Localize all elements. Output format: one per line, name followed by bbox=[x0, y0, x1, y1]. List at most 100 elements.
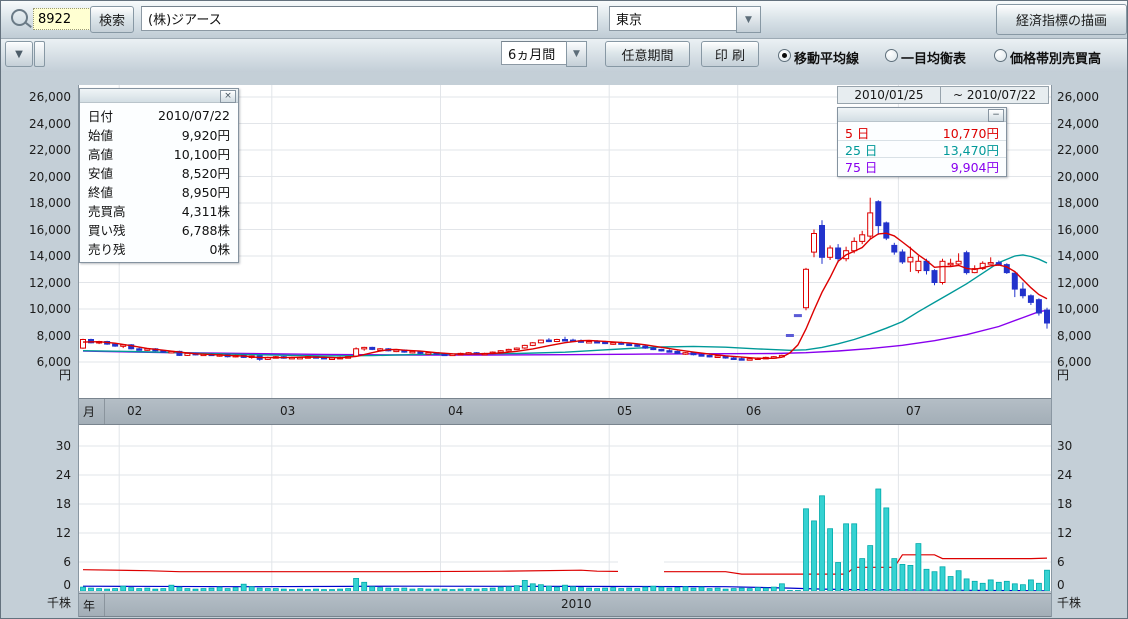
volume-axis-label: 24 bbox=[1, 468, 71, 482]
price-axis-label: 22,000 bbox=[1, 143, 71, 157]
ma-legend-header[interactable]: − bbox=[838, 108, 1006, 122]
quote-row-label: 終値 bbox=[88, 182, 113, 201]
quote-row: 終値 8,950円 bbox=[80, 182, 238, 201]
year-value: 2010 bbox=[561, 597, 592, 611]
date-range-from[interactable]: 2010/01/25 bbox=[837, 86, 941, 104]
quote-panel-header[interactable]: × bbox=[80, 89, 238, 103]
close-icon[interactable]: × bbox=[220, 90, 236, 103]
economic-indicator-button[interactable]: 経済指標の描画 bbox=[996, 4, 1127, 35]
minimize-icon[interactable]: − bbox=[988, 109, 1004, 122]
price-axis-label: 26,000 bbox=[1, 90, 71, 104]
ma-legend-row: 25 日13,470円 bbox=[838, 141, 1006, 158]
toolbar-top: 検索 (株)ジアース 東京 ▼ 経済指標の描画 bbox=[1, 1, 1127, 39]
quote-row-value: 0株 bbox=[210, 239, 230, 258]
price-axis-unit: 円 bbox=[1057, 368, 1125, 382]
volume-axis-unit: 千株 bbox=[1057, 596, 1125, 610]
quote-row-value: 6,788株 bbox=[182, 220, 230, 239]
quote-row: 売り残 0株 bbox=[80, 239, 238, 258]
volume-axis-label: 6 bbox=[1, 555, 71, 569]
price-axis-label: 16,000 bbox=[1, 223, 71, 237]
ma-legend-row: 75 日9,904円 bbox=[838, 158, 1006, 174]
radio-ichimoku[interactable] bbox=[885, 49, 898, 62]
price-axis-label: 12,000 bbox=[1057, 276, 1125, 290]
quote-row-label: 売買高 bbox=[88, 201, 126, 220]
price-axis-unit: 円 bbox=[1, 368, 71, 382]
quote-row-label: 売り残 bbox=[88, 239, 126, 258]
quote-row: 安値 8,520円 bbox=[80, 163, 238, 182]
range-select[interactable]: 6ヵ月間 bbox=[501, 41, 567, 65]
stock-code-input[interactable] bbox=[33, 8, 93, 30]
date-range-to[interactable]: ~ 2010/07/22 bbox=[940, 86, 1049, 104]
toolbar-grip bbox=[34, 41, 45, 67]
volume-plot[interactable] bbox=[79, 425, 1051, 591]
chart-region: 月 020304050607 年 2010 26,00026,00024,000… bbox=[1, 72, 1127, 618]
quote-row-label: 買い残 bbox=[88, 220, 126, 239]
price-axis-label: 20,000 bbox=[1, 170, 71, 184]
quote-row-label: 日付 bbox=[88, 106, 113, 125]
print-button[interactable]: 印 刷 bbox=[701, 41, 759, 67]
chart-menu-dropdown-icon[interactable]: ▼ bbox=[5, 41, 33, 67]
toolbar-bottom: ▼ 日足週足月足 6ヵ月間 ▼ 任意期間 印 刷 移動平均線一目均衡表価格帯別売… bbox=[1, 39, 1127, 73]
month-band: 月 020304050607 bbox=[79, 398, 1051, 425]
radio-volume-by-price[interactable] bbox=[994, 49, 1007, 62]
quote-panel: × 日付2010/07/22始値9,920円高値10,100円安値8,520円終… bbox=[79, 88, 239, 263]
price-axis-label: 6,000 bbox=[1, 355, 71, 369]
market-select[interactable]: 東京 bbox=[609, 6, 737, 31]
radio-volume-by-price-label: 価格帯別売買高 bbox=[1010, 48, 1101, 67]
radio-moving-average-label: 移動平均線 bbox=[794, 48, 859, 67]
price-axis-label: 20,000 bbox=[1057, 170, 1125, 184]
price-axis-label: 16,000 bbox=[1057, 223, 1125, 237]
quote-row-label: 始値 bbox=[88, 125, 113, 144]
volume-axis-label: 30 bbox=[1, 439, 71, 453]
price-axis-label: 24,000 bbox=[1057, 117, 1125, 131]
month-tick-label: 06 bbox=[746, 404, 761, 418]
company-name-field[interactable]: (株)ジアース bbox=[141, 6, 598, 31]
year-band-label: 年 bbox=[79, 594, 105, 616]
search-button[interactable]: 検索 bbox=[90, 6, 134, 33]
range-dropdown-arrow-icon[interactable]: ▼ bbox=[566, 41, 587, 67]
quote-row-value: 8,950円 bbox=[182, 182, 230, 201]
volume-axis-label: 0 bbox=[1, 578, 71, 592]
plot-right-border bbox=[1051, 85, 1052, 617]
price-axis-label: 8,000 bbox=[1057, 329, 1125, 343]
price-axis-label: 22,000 bbox=[1057, 143, 1125, 157]
volume-axis-label: 12 bbox=[1, 526, 71, 540]
price-axis-label: 18,000 bbox=[1, 196, 71, 210]
ma-legend-panel: − 5 日10,770円25 日13,470円75 日9,904円 bbox=[837, 107, 1007, 177]
volume-axis-unit: 千株 bbox=[1, 596, 71, 610]
price-axis-label: 24,000 bbox=[1, 117, 71, 131]
ma-legend-label: 75 日 bbox=[845, 157, 877, 176]
price-axis-label: 6,000 bbox=[1057, 355, 1125, 369]
quote-row-value: 4,311株 bbox=[182, 201, 230, 220]
price-axis-label: 18,000 bbox=[1057, 196, 1125, 210]
year-band: 年 2010 bbox=[79, 593, 1051, 617]
quote-row-label: 安値 bbox=[88, 163, 113, 182]
quote-row-value: 2010/07/22 bbox=[158, 108, 230, 123]
quote-row: 日付 2010/07/22 bbox=[80, 106, 238, 125]
quote-row: 高値10,100円 bbox=[80, 144, 238, 163]
search-icon bbox=[11, 9, 28, 26]
stock-chart-window: 検索 (株)ジアース 東京 ▼ 経済指標の描画 ▼ 日足週足月足 6ヵ月間 ▼ … bbox=[0, 0, 1128, 619]
ma-legend-row: 5 日10,770円 bbox=[838, 124, 1006, 141]
price-axis-label: 10,000 bbox=[1, 302, 71, 316]
quote-row: 始値 9,920円 bbox=[80, 125, 238, 144]
month-tick-label: 02 bbox=[127, 404, 142, 418]
month-tick-label: 07 bbox=[906, 404, 921, 418]
month-tick-label: 05 bbox=[617, 404, 632, 418]
volume-axis-label: 30 bbox=[1057, 439, 1125, 453]
volume-axis-label: 24 bbox=[1057, 468, 1125, 482]
quote-row-value: 9,920円 bbox=[182, 125, 230, 144]
volume-axis-label: 0 bbox=[1057, 578, 1125, 592]
month-tick-label: 04 bbox=[448, 404, 463, 418]
quote-row-value: 8,520円 bbox=[182, 163, 230, 182]
radio-moving-average[interactable] bbox=[778, 49, 791, 62]
volume-axis-label: 18 bbox=[1057, 497, 1125, 511]
volume-axis-label: 18 bbox=[1, 497, 71, 511]
custom-period-button[interactable]: 任意期間 bbox=[605, 41, 690, 67]
price-axis-label: 26,000 bbox=[1057, 90, 1125, 104]
month-tick-label: 03 bbox=[280, 404, 295, 418]
market-dropdown-arrow-icon[interactable]: ▼ bbox=[736, 6, 761, 33]
price-axis-label: 14,000 bbox=[1, 249, 71, 263]
volume-chart bbox=[79, 425, 1051, 591]
price-axis-label: 14,000 bbox=[1057, 249, 1125, 263]
